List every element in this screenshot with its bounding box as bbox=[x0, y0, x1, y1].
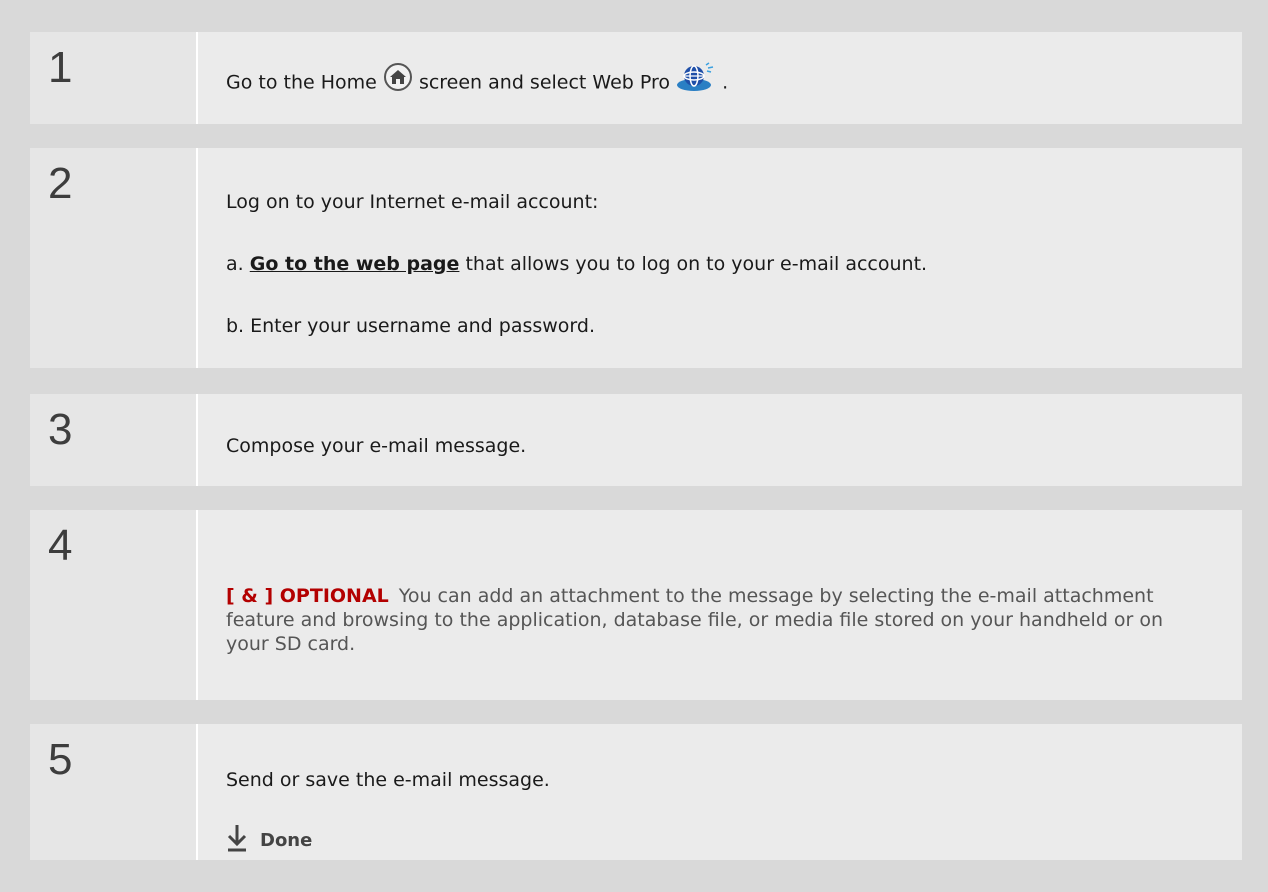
step-number: 5 bbox=[48, 735, 73, 784]
down-arrow-done-icon bbox=[226, 824, 248, 856]
step-substep-b: b. Enter your username and password. bbox=[226, 315, 595, 337]
step-content: Compose your e-mail message. bbox=[198, 394, 1242, 486]
optional-tag: [ & ] OPTIONAL bbox=[226, 585, 389, 607]
step-number: 2 bbox=[48, 159, 73, 208]
step-substep-a: a. Go to the web page that allows you to… bbox=[226, 252, 927, 276]
step-text: Compose your e-mail message. bbox=[226, 435, 527, 457]
step-content: Go to the Home screen and select Web Pro bbox=[198, 32, 1242, 124]
step-text: Go to the Home screen and select Web Pro bbox=[226, 62, 729, 101]
step-text: Send or save the e-mail message. bbox=[226, 769, 550, 791]
step-row-4: 4 [ & ] OPTIONAL You can add an attachmen… bbox=[30, 510, 1242, 700]
web-pro-globe-icon bbox=[676, 62, 716, 98]
step-row-1: 1 Go to the Home screen and select Web P… bbox=[30, 32, 1242, 124]
substep-a-rest: that allows you to log on to your e-mail… bbox=[465, 253, 928, 275]
step-number-cell: 5 bbox=[30, 724, 196, 860]
step-number-cell: 2 bbox=[30, 148, 196, 368]
step-text-after: . bbox=[722, 71, 729, 94]
home-icon bbox=[383, 62, 413, 98]
step-content: [ & ] OPTIONAL You can add an attachment … bbox=[198, 510, 1242, 700]
step-content: Log on to your Internet e-mail account: … bbox=[198, 148, 1242, 368]
step-number: 4 bbox=[48, 521, 73, 570]
step-number-cell: 4 bbox=[30, 510, 196, 700]
step-intro: Log on to your Internet e-mail account: bbox=[226, 191, 599, 213]
step-number-cell: 1 bbox=[30, 32, 196, 124]
step-content: Send or save the e-mail message. Done bbox=[198, 724, 1242, 860]
step-text-before: Go to the Home bbox=[226, 71, 377, 94]
substep-a-prefix: a. bbox=[226, 253, 244, 275]
step-row-3: 3 Compose your e-mail message. bbox=[30, 394, 1242, 486]
step-row-2: 2 Log on to your Internet e-mail account… bbox=[30, 148, 1242, 368]
optional-note: [ & ] OPTIONAL You can add an attachment … bbox=[226, 584, 1186, 656]
step-number: 1 bbox=[48, 43, 73, 92]
done-label: Done bbox=[260, 829, 313, 851]
done-marker: Done bbox=[226, 824, 312, 856]
step-number-cell: 3 bbox=[30, 394, 196, 486]
step-text-middle: screen and select Web Pro bbox=[418, 71, 671, 94]
step-row-5: 5 Send or save the e-mail message. Done bbox=[30, 724, 1242, 860]
go-to-web-page-link[interactable]: Go to the web page bbox=[250, 253, 460, 275]
step-number: 3 bbox=[48, 405, 73, 454]
